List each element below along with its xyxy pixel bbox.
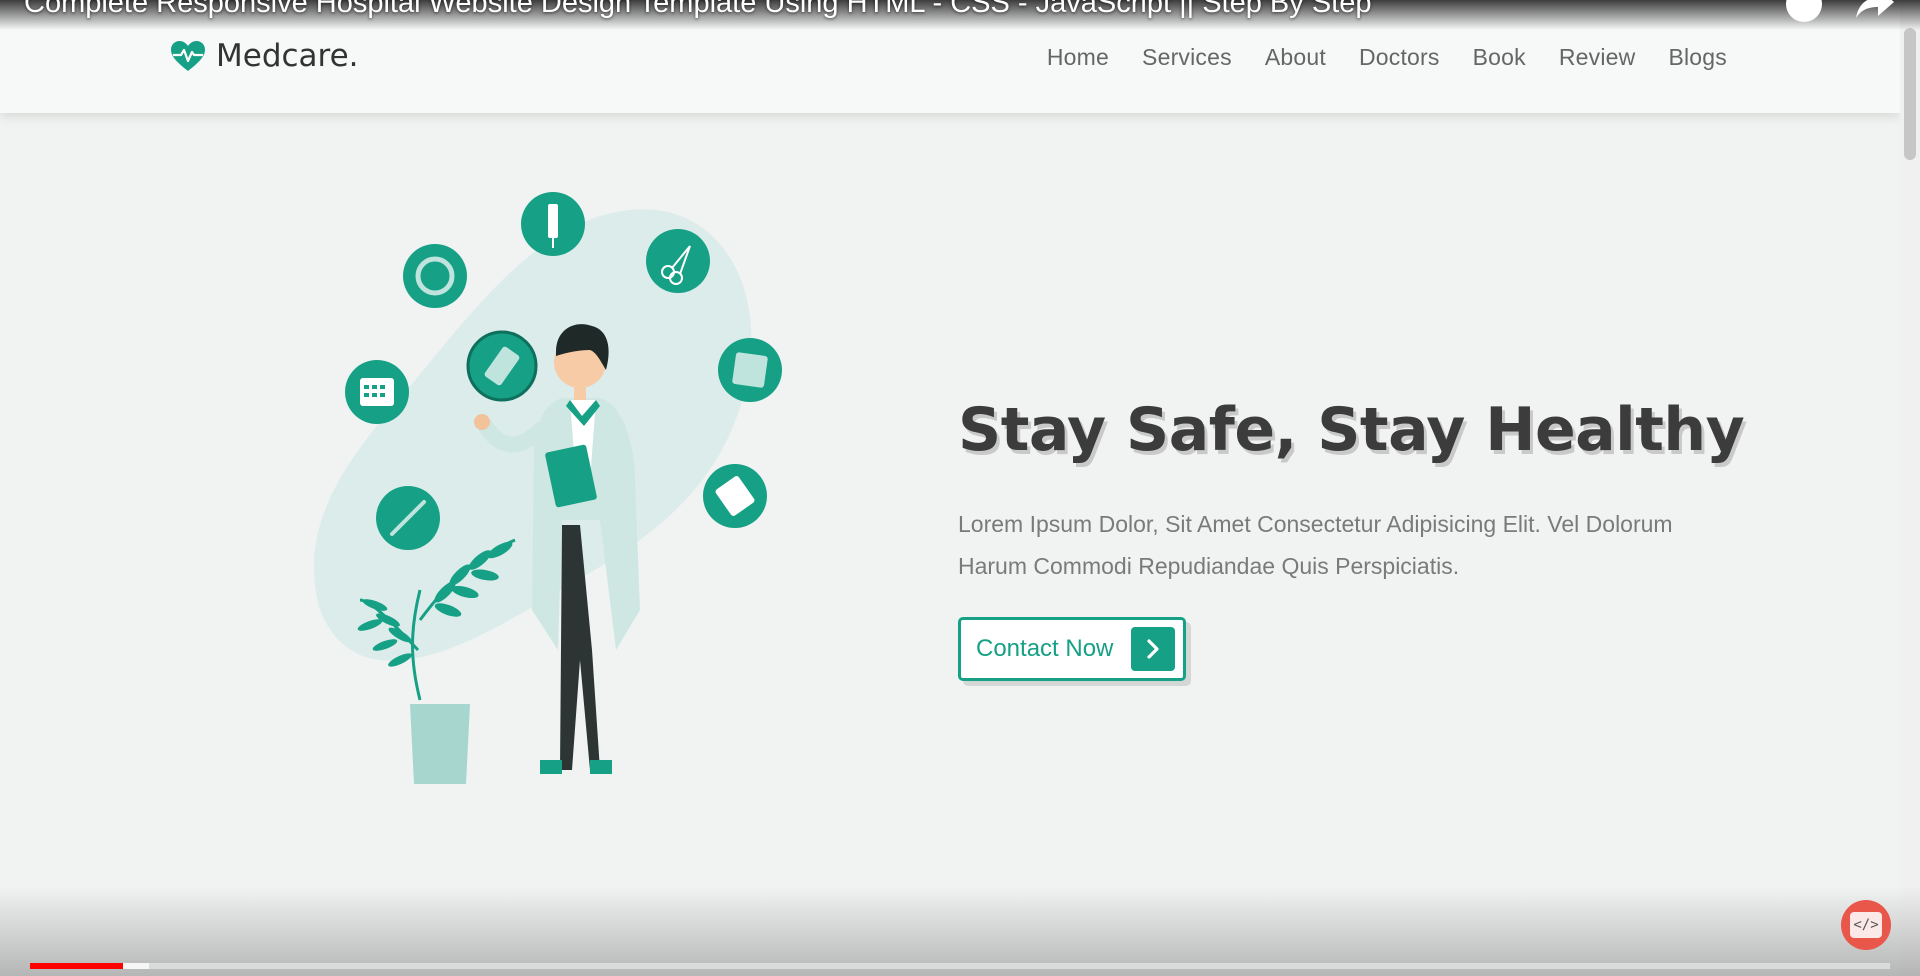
calendar-icon — [345, 360, 409, 424]
nav-services[interactable]: Services — [1142, 44, 1232, 71]
heartbeat-icon — [171, 41, 205, 71]
scrollbar[interactable] — [1900, 0, 1920, 976]
hero-description: Lorem Ipsum Dolor, Sit Amet Consectetur … — [958, 511, 1673, 579]
bandage-icon — [466, 330, 538, 402]
share-icon[interactable] — [1854, 0, 1896, 20]
hero-title: Stay Safe, Stay Healthy — [958, 395, 1745, 465]
hero-illustration — [313, 192, 782, 784]
nav-home[interactable]: Home — [1047, 44, 1109, 71]
hero-content: Stay Safe, Stay Healthy Lorem Ipsum Dolo… — [958, 395, 1758, 681]
logo[interactable]: Medcare. — [170, 38, 359, 74]
main-nav: Home Services About Doctors Book Review … — [1014, 44, 1727, 71]
nav-about[interactable]: About — [1265, 44, 1326, 71]
pill-pack-icon — [703, 464, 767, 528]
logo-text: Medcare. — [216, 38, 359, 74]
contact-now-button[interactable]: Contact Now — [958, 617, 1187, 681]
scrollbar-thumb[interactable] — [1904, 28, 1916, 160]
syringe-icon — [521, 192, 585, 256]
progress-played — [30, 963, 123, 969]
chevron-right-icon — [1131, 627, 1176, 671]
scissors-icon — [646, 229, 710, 293]
code-badge-icon[interactable]: </> — [1841, 900, 1891, 950]
thermometer-icon — [376, 486, 440, 550]
ring-icon — [403, 244, 467, 308]
nav-book[interactable]: Book — [1473, 44, 1526, 71]
nav-blogs[interactable]: Blogs — [1668, 44, 1727, 71]
code-badge-text: </> — [1850, 912, 1882, 938]
contact-now-label: Contact Now — [976, 635, 1114, 662]
nav-review[interactable]: Review — [1559, 44, 1636, 71]
video-progress-bar[interactable] — [30, 963, 1890, 969]
plant-pot — [410, 704, 470, 784]
video-title[interactable]: Complete Responsive Hospital Website Des… — [24, 0, 1371, 20]
square-patch-icon — [718, 338, 782, 402]
nav-doctors[interactable]: Doctors — [1359, 44, 1440, 71]
